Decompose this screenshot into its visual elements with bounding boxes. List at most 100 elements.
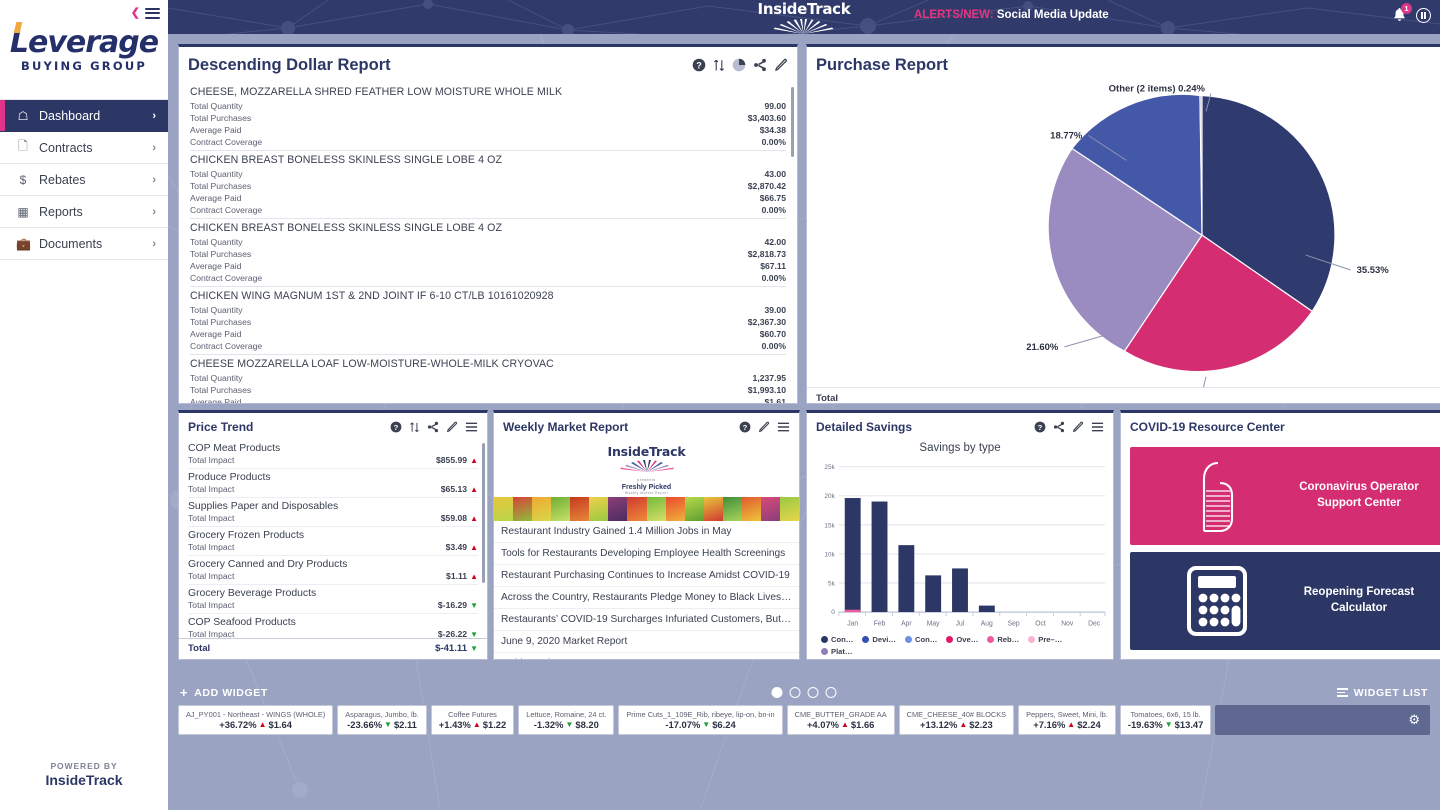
legend-item[interactable]: Plat… <box>821 647 853 656</box>
share-icon[interactable] <box>1053 421 1065 433</box>
legend-item[interactable]: Reb… <box>987 635 1019 644</box>
pie-label-1: 35.53% <box>1357 265 1390 276</box>
help-icon[interactable]: ? <box>390 421 402 433</box>
ticker-item[interactable]: CME_BUTTER_GRADE AA +4.07% ▲ $1.66 <box>786 705 895 735</box>
edit-icon[interactable] <box>774 58 788 72</box>
price-trend-item[interactable]: COP Seafood Products Total Impact $-26.22… <box>188 614 478 638</box>
ticker-item[interactable]: CME_CHEESE_40# BLOCKS +13.12% ▲ $2.23 <box>898 705 1015 735</box>
edit-icon[interactable] <box>446 421 458 433</box>
chevron-left-icon[interactable]: ❮ <box>131 7 140 19</box>
ticker-name: Prime Cuts_1_109E_Rib, ribeye, lip-on, b… <box>626 710 775 719</box>
add-widget-button[interactable]: + ADD WIDGET <box>180 686 268 699</box>
ddr-row-value: $1,993.10 <box>747 385 786 395</box>
price-trend-item[interactable]: Grocery Frozen Products Total Impact $3.4… <box>188 527 478 556</box>
ticker-price: $1.64 <box>268 719 292 730</box>
legend-item[interactable]: Con… <box>821 635 853 644</box>
legend-item[interactable]: Devi… <box>862 635 896 644</box>
menu-icon[interactable] <box>777 421 790 433</box>
price-trend-item-name: Produce Products <box>188 472 271 483</box>
ticker-bar: AJ_PY001 - Northeast - WINGS (WHOLE) +36… <box>168 705 1440 735</box>
widget-list-button[interactable]: WIDGET LIST <box>1336 686 1428 699</box>
y-tick-label: 5k <box>828 580 835 587</box>
carousel-dot-4[interactable] <box>825 687 837 698</box>
power-icon[interactable] <box>1416 8 1431 23</box>
ticker-item[interactable]: AJ_PY001 - Northeast - WINGS (WHOLE) +36… <box>178 705 334 735</box>
carousel-dot-2[interactable] <box>789 687 801 698</box>
purchase-pie-chart[interactable]: 35.53% 23.85% 21.60% 18.77% Other (2 ite… <box>807 83 1440 403</box>
price-trend-item[interactable]: Produce Products Total Impact $65.13 ▲ <box>188 469 478 498</box>
sidebar-item-rebates[interactable]: $ Rebates › <box>0 164 168 196</box>
share-icon[interactable] <box>427 421 439 433</box>
legend-item[interactable]: Con… <box>905 635 937 644</box>
bar-aug[interactable] <box>978 605 995 613</box>
bar-jan-base[interactable] <box>844 609 861 613</box>
scrollbar-thumb[interactable] <box>482 443 485 583</box>
ticker-price: $6.24 <box>712 719 736 730</box>
article-link[interactable]: Restaurants’ COVID-19 Surcharges Infuria… <box>494 609 799 631</box>
bar-jan[interactable] <box>844 498 861 613</box>
gear-icon[interactable]: ⚙ <box>1408 712 1420 728</box>
help-icon[interactable]: ? <box>692 58 706 72</box>
price-trend-item[interactable]: COP Meat Products Total Impact $855.99 ▲ <box>188 440 478 469</box>
ticker-item[interactable]: Tomatoes, 6x6, 15 lb. -19.63% ▼ $13.47 <box>1119 705 1212 735</box>
reopening-forecast-calculator-card[interactable]: Reopening Forecast Calculator <box>1130 552 1440 650</box>
menu-icon[interactable] <box>1091 421 1104 433</box>
price-trend-row-label: Total Impact <box>188 513 235 523</box>
price-trend-item[interactable]: Supplies Paper and Disposables Total Imp… <box>188 498 478 527</box>
share-icon[interactable] <box>753 58 767 72</box>
bar-feb[interactable] <box>871 501 888 613</box>
price-trend-item[interactable]: Grocery Canned and Dry Products Total Im… <box>188 556 478 585</box>
ticker-item[interactable]: Prime Cuts_1_109E_Rib, ribeye, lip-on, b… <box>618 705 783 735</box>
coronavirus-operator-support-center-card[interactable]: Coronavirus Operator Support Center <box>1130 447 1440 545</box>
sidebar-item-contracts[interactable]: 🗋 Contracts › <box>0 132 168 164</box>
edit-icon[interactable] <box>758 421 770 433</box>
ticker-item[interactable]: Lettuce, Romaine, 24 ct. -1.32% ▼ $8.20 <box>518 705 615 735</box>
price-trend-item[interactable]: Grocery Beverage Products Total Impact $-… <box>188 585 478 614</box>
bell-icon[interactable]: 1 <box>1392 3 1412 24</box>
menu-icon[interactable] <box>465 421 478 433</box>
ddr-list[interactable]: CHEESE, MOZZARELLA SHRED FEATHER LOW MOI… <box>179 83 797 403</box>
sort-icon[interactable] <box>713 58 725 72</box>
legend-item[interactable]: Ove… <box>946 635 978 644</box>
edit-icon[interactable] <box>1072 421 1084 433</box>
savings-bar-chart[interactable]: 0 5k 10k 15k 20k 25k Jan Feb Apr May Jul… <box>807 454 1113 631</box>
ddr-item[interactable]: CHICKEN BREAST BONELESS SKINLESS SINGLE … <box>190 151 786 219</box>
ticker-name: Tomatoes, 6x6, 15 lb. <box>1130 710 1201 719</box>
bar-may[interactable] <box>925 575 942 613</box>
ticker-name: Coffee Futures <box>448 710 497 719</box>
article-link[interactable]: InsideTrack <box>494 653 799 659</box>
help-icon[interactable]: ? <box>739 421 751 433</box>
article-link[interactable]: Restaurant Industry Gained 1.4 Million J… <box>494 521 799 543</box>
sort-icon[interactable] <box>409 421 420 433</box>
carousel-dot-3[interactable] <box>807 687 819 698</box>
pie-chart-icon[interactable] <box>732 58 746 72</box>
legend-item[interactable]: Pre–… <box>1028 635 1062 644</box>
sidebar-item-dashboard[interactable]: ☖ Dashboard › <box>0 100 168 132</box>
sidebar-item-documents[interactable]: 💼 Documents › <box>0 228 168 260</box>
scrollbar-thumb[interactable] <box>791 87 794 157</box>
ticker-item[interactable]: Coffee Futures +1.43% ▲ $1.22 <box>430 705 515 735</box>
alerts-banner[interactable]: ALERTS/NEW: Social Media Update <box>914 9 1109 21</box>
bar-jul[interactable] <box>952 568 968 613</box>
ddr-item[interactable]: CHEESE, MOZZARELLA SHRED FEATHER LOW MOI… <box>190 83 786 151</box>
ticker-item[interactable]: Asparagus, Jumbo, lb. -23.66% ▼ $2.11 <box>337 705 427 735</box>
ddr-item[interactable]: CHICKEN WING MAGNUM 1ST & 2ND JOINT IF 6… <box>190 287 786 355</box>
total-value: $-41.11 <box>435 643 468 654</box>
chevron-right-icon: › <box>152 141 156 154</box>
article-link[interactable]: June 9, 2020 Market Report <box>494 631 799 653</box>
article-link[interactable]: Restaurant Purchasing Continues to Incre… <box>494 565 799 587</box>
price-trend-item-name: Supplies Paper and Disposables <box>188 501 339 512</box>
bar-apr[interactable] <box>898 545 915 613</box>
ddr-item[interactable]: CHEESE MOZZARELLA LOAF LOW-MOISTURE-WHOL… <box>190 355 786 403</box>
price-trend-list[interactable]: COP Meat Products Total Impact $855.99 ▲ P… <box>179 440 487 638</box>
ticker-item[interactable]: Peppers, Sweet, Mini, lb. +7.16% ▲ $2.24 <box>1018 705 1116 735</box>
alerts-message: Social Media Update <box>996 9 1109 21</box>
article-link[interactable]: Across the Country, Restaurants Pledge M… <box>494 587 799 609</box>
sidebar-item-reports[interactable]: ▦ Reports › <box>0 196 168 228</box>
widget-title: Descending Dollar Report <box>188 56 391 74</box>
hamburger-icon[interactable] <box>145 5 160 21</box>
carousel-dot-1[interactable] <box>771 687 783 698</box>
ddr-item[interactable]: CHICKEN BREAST BONELESS SKINLESS SINGLE … <box>190 219 786 287</box>
help-icon[interactable]: ? <box>1034 421 1046 433</box>
article-link[interactable]: Tools for Restaurants Developing Employe… <box>494 543 799 565</box>
